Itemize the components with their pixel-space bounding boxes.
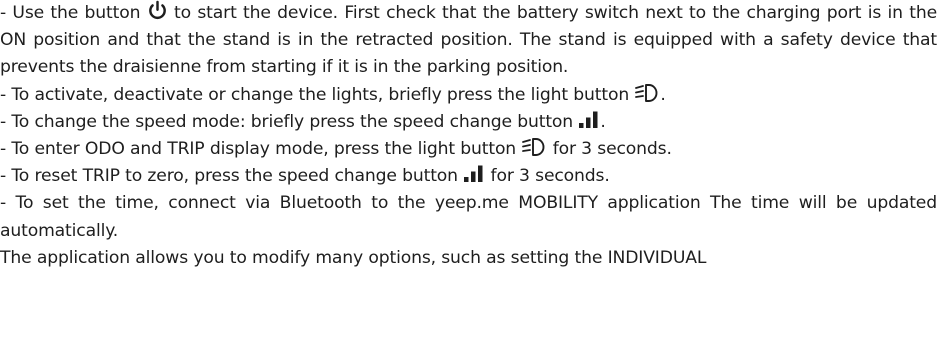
odo-trip-text-before: - To enter ODO and TRIP display mode, pr… [0,139,522,160]
speed-mode-text-before: - To change the speed mode: briefly pres… [0,111,579,132]
odo-trip-paragraph: - To enter ODO and TRIP display mode, pr… [0,136,937,163]
reset-trip-paragraph: - To reset TRIP to zero, press the speed… [0,163,937,190]
headlight-icon [521,137,547,157]
headlight-icon [634,83,660,103]
manual-text-block: - Use the button to start the device. Fi… [0,0,937,272]
speed-mode-paragraph: - To change the speed mode: briefly pres… [0,109,937,136]
reset-trip-text-before: - To reset TRIP to zero, press the speed… [0,166,464,187]
lights-text-after: . [660,84,666,105]
reset-trip-text-after: for 3 seconds. [485,166,610,187]
speed-bars-icon [578,110,600,130]
start-device-text-before: - Use the button [0,3,147,23]
speed-mode-text-after: . [600,111,606,132]
set-time-paragraph: - To set the time, connect via Bluetooth… [0,193,937,241]
application-options-paragraph: The application allows you to modify man… [0,247,707,268]
start-device-paragraph: - Use the button to start the device. Fi… [0,0,937,82]
speed-bars-icon [463,164,485,184]
odo-trip-text-after: for 3 seconds. [547,139,672,160]
power-icon [147,0,168,21]
lights-text-before: - To activate, deactivate or change the … [0,84,635,105]
lights-paragraph: - To activate, deactivate or change the … [0,82,937,109]
